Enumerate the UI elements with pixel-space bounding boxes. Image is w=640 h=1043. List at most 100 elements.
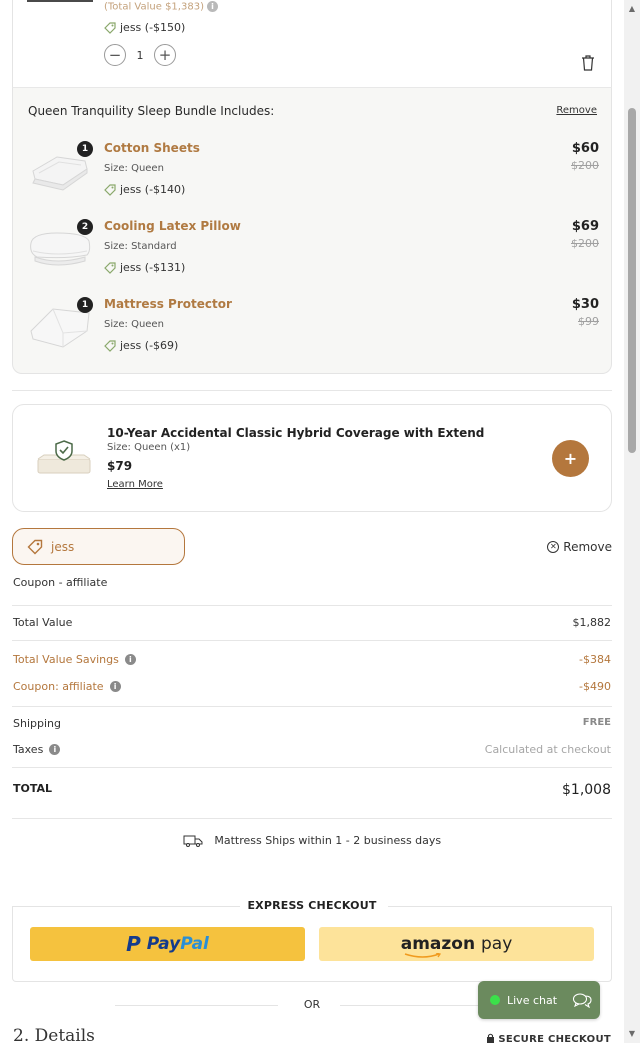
info-icon[interactable]: i <box>109 681 121 692</box>
taxes-label-group: Taxes i <box>13 743 61 756</box>
paypal-icon: P <box>126 932 141 956</box>
product-thumbnail <box>27 0 93 2</box>
info-icon[interactable]: i <box>124 654 136 665</box>
coupon-type-label: Coupon - affiliate <box>13 576 108 589</box>
quantity-stepper: − 1 + <box>104 44 176 66</box>
paypal-pay-text: Pay <box>146 934 181 954</box>
bundle-item-name[interactable]: Cooling Latex Pillow <box>104 219 241 233</box>
total-value-text: (Total Value $1,383) <box>104 1 204 13</box>
scrollbar[interactable]: ▲ ▼ <box>624 0 640 1043</box>
cart-item-card: (Total Value $1,383) i jess (-$150) − 1 + <box>12 0 612 88</box>
extend-title: 10-Year Accidental Classic Hybrid Covera… <box>107 426 485 440</box>
extend-protection-card: 10-Year Accidental Classic Hybrid Covera… <box>12 404 612 512</box>
paypal-button[interactable]: P PayPal <box>30 927 305 961</box>
tag-icon <box>104 21 116 34</box>
bundle-item-name[interactable]: Mattress Protector <box>104 297 232 311</box>
lock-icon <box>486 1033 494 1043</box>
coupon-tag-text: jess (-$140) <box>120 183 186 196</box>
applied-coupon: jess <box>12 528 185 565</box>
info-icon[interactable]: i <box>206 1 218 12</box>
shipping-label: Shipping <box>13 717 61 730</box>
coupon-tag-text: jess (-$150) <box>120 21 186 34</box>
mattress-shield-image <box>37 440 91 474</box>
extend-size: Size: Queen (x1) <box>107 442 191 453</box>
quantity-badge: 1 <box>77 297 93 313</box>
total-value-note: (Total Value $1,383) i <box>104 1 218 13</box>
decrease-quantity-button[interactable]: − <box>104 44 126 66</box>
quantity-badge: 1 <box>77 141 93 157</box>
coupon-amount: -$490 <box>579 680 611 693</box>
truck-icon <box>183 835 203 847</box>
cart-page: (Total Value $1,383) i jess (-$150) − 1 +… <box>0 0 624 1043</box>
savings-label-group: Total Value Savings i <box>13 653 136 666</box>
learn-more-link[interactable]: Learn More <box>107 479 163 490</box>
total-amount: $1,008 <box>562 782 611 798</box>
online-status-icon <box>490 995 500 1005</box>
summary-savings: Total Value Savings i -$384 <box>13 653 611 669</box>
coupon-tag: jess (-$131) <box>104 261 185 274</box>
taxes-label: Taxes <box>13 743 44 756</box>
secure-checkout-label: SECURE CHECKOUT <box>486 1033 611 1043</box>
secure-checkout-text: SECURE CHECKOUT <box>498 1034 611 1043</box>
remove-coupon-label: Remove <box>563 540 612 554</box>
coupon-tag-text: jess (-$69) <box>120 339 179 352</box>
scroll-up-arrow-icon[interactable]: ▲ <box>624 2 640 16</box>
shipping-note-text: Mattress Ships within 1 - 2 business day… <box>214 834 442 847</box>
scrollbar-thumb[interactable] <box>628 108 636 453</box>
summary-shipping: Shipping FREE <box>13 717 611 733</box>
taxes-amount: Calculated at checkout <box>484 743 611 756</box>
live-chat-button[interactable]: Live chat <box>478 981 600 1019</box>
add-protection-button[interactable]: + <box>552 440 589 477</box>
bundle-item: 1 Cotton Sheets Size: Queen jess (-$140)… <box>13 141 613 211</box>
bundle-item-price: $69 <box>571 219 599 234</box>
quantity-value: 1 <box>136 48 144 62</box>
savings-amount: -$384 <box>579 653 611 666</box>
coupon-tag: jess (-$69) <box>104 339 178 352</box>
amazon-smile-icon <box>404 953 441 958</box>
coupon-code: jess <box>51 539 75 554</box>
divider <box>12 767 612 768</box>
bundle-item: 2 Cooling Latex Pillow Size: Standard je… <box>13 219 613 289</box>
bundle-item-original-price: $99 <box>578 315 599 328</box>
close-circle-icon: ✕ <box>547 541 560 553</box>
shipping-note: Mattress Ships within 1 - 2 business day… <box>0 834 624 847</box>
total-label: TOTAL <box>13 782 53 795</box>
scroll-down-arrow-icon[interactable]: ▼ <box>624 1027 640 1041</box>
bundle-item-size: Size: Queen <box>104 163 164 174</box>
coupon-tag: jess (-$150) <box>104 21 185 34</box>
coupon-summary-label: Coupon: affiliate <box>13 680 104 693</box>
bundle-title: Queen Tranquility Sleep Bundle Includes: <box>28 104 275 118</box>
summary-total: TOTAL $1,008 <box>13 782 611 798</box>
amazon-pay-logo: amazon pay <box>400 934 512 958</box>
bundle-item: 1 Mattress Protector Size: Queen jess (-… <box>13 297 613 367</box>
bundle-item-name[interactable]: Cotton Sheets <box>104 141 200 155</box>
quantity-badge: 2 <box>77 219 93 235</box>
divider <box>12 706 612 707</box>
summary-total-value: Total Value $1,882 <box>13 616 611 632</box>
bundle-includes: Queen Tranquility Sleep Bundle Includes:… <box>12 87 612 374</box>
bundle-item-original-price: $200 <box>571 159 599 172</box>
tag-icon <box>27 539 43 554</box>
coupon-tag: jess (-$140) <box>104 183 185 196</box>
tag-icon <box>104 183 116 196</box>
trash-icon[interactable] <box>581 55 595 71</box>
bundle-item-size: Size: Queen <box>104 319 164 330</box>
total-value-amount: $1,882 <box>572 616 612 629</box>
paypal-pal-text: Pal <box>180 934 209 954</box>
remove-coupon-button[interactable]: ✕ Remove <box>547 540 612 554</box>
info-icon[interactable]: i <box>49 744 61 755</box>
increase-quantity-button[interactable]: + <box>154 44 176 66</box>
bundle-item-price: $30 <box>571 297 599 312</box>
paypal-logo: PayPal <box>147 934 209 954</box>
bundle-item-price: $60 <box>571 141 599 156</box>
divider <box>12 605 612 606</box>
divider <box>12 390 612 391</box>
summary-taxes: Taxes i Calculated at checkout <box>13 743 611 759</box>
amazon-word: amazon <box>400 934 476 954</box>
bundle-item-original-price: $200 <box>571 237 599 250</box>
bundle-remove-link[interactable]: Remove <box>556 105 597 116</box>
bundle-item-size: Size: Standard <box>104 241 177 252</box>
tag-icon <box>104 261 116 274</box>
tag-icon <box>104 339 116 352</box>
amazon-pay-button[interactable]: amazon pay <box>319 927 594 961</box>
